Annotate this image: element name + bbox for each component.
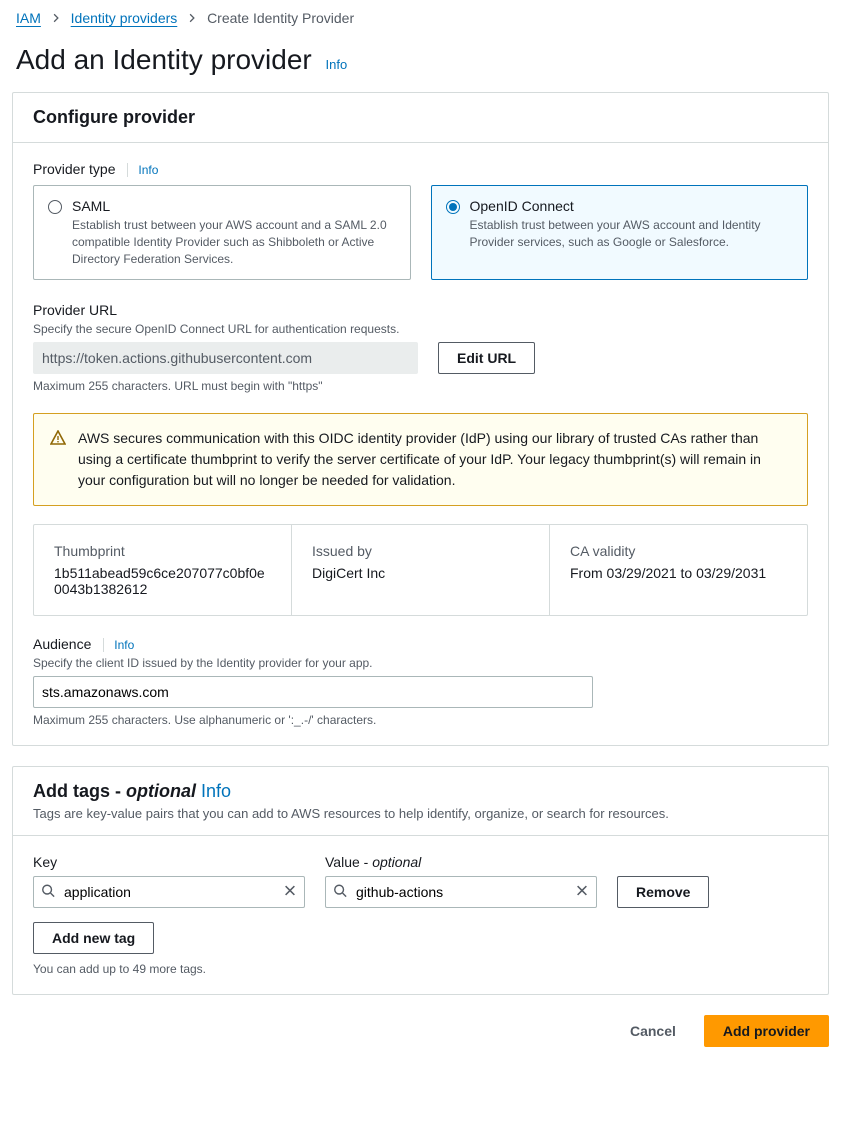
- tags-limit-text: You can add up to 49 more tags.: [33, 962, 808, 976]
- tags-description: Tags are key-value pairs that you can ad…: [33, 806, 808, 821]
- search-icon: [41, 884, 55, 901]
- tag-key-label: Key: [33, 854, 305, 870]
- clear-icon[interactable]: [281, 882, 299, 903]
- thumbprint-label: Thumbprint: [54, 543, 271, 559]
- cancel-button[interactable]: Cancel: [612, 1015, 694, 1047]
- breadcrumb-current: Create Identity Provider: [207, 10, 354, 26]
- add-provider-button[interactable]: Add provider: [704, 1015, 829, 1047]
- tag-value-label: Value - optional: [325, 854, 597, 870]
- provider-url-input: [33, 342, 418, 374]
- configure-provider-panel: Configure provider Provider type Info SA…: [12, 92, 829, 746]
- tags-panel: Add tags - optional Info Tags are key-va…: [12, 766, 829, 995]
- provider-type-oidc-tile[interactable]: OpenID Connect Establish trust between y…: [431, 185, 809, 280]
- provider-url-constraint: Maximum 255 characters. URL must begin w…: [33, 379, 808, 393]
- chevron-right-icon: [51, 10, 65, 26]
- configure-provider-header: Configure provider: [13, 93, 828, 143]
- radio-icon: [446, 200, 460, 214]
- provider-type-saml-tile[interactable]: SAML Establish trust between your AWS ac…: [33, 185, 411, 280]
- certificate-details: Thumbprint 1b511abead59c6ce207077c0bf0e0…: [33, 524, 808, 616]
- audience-help: Specify the client ID issued by the Iden…: [33, 656, 808, 670]
- page-title: Add an Identity provider Info: [16, 44, 829, 76]
- clear-icon[interactable]: [573, 882, 591, 903]
- audience-label: Audience Info: [33, 636, 808, 652]
- breadcrumb-iam[interactable]: IAM: [16, 10, 41, 26]
- page-title-info-link[interactable]: Info: [326, 57, 348, 72]
- audience-input[interactable]: [33, 676, 593, 708]
- ca-validity-label: CA validity: [570, 543, 787, 559]
- tags-info-link[interactable]: Info: [201, 781, 231, 801]
- ca-validity-value: From 03/29/2021 to 03/29/2031: [570, 565, 787, 581]
- issued-by-value: DigiCert Inc: [312, 565, 529, 581]
- provider-url-label: Provider URL: [33, 302, 808, 318]
- radio-icon: [48, 200, 62, 214]
- warning-icon: [50, 430, 66, 491]
- alert-text: AWS secures communication with this OIDC…: [78, 428, 791, 491]
- oidc-desc: Establish trust between your AWS account…: [470, 217, 794, 251]
- page-title-text: Add an Identity provider: [16, 44, 312, 75]
- search-icon: [333, 884, 347, 901]
- tag-value-input[interactable]: [325, 876, 597, 908]
- chevron-right-icon: [187, 10, 201, 26]
- remove-tag-button[interactable]: Remove: [617, 876, 709, 908]
- saml-title: SAML: [72, 198, 396, 214]
- configure-provider-heading: Configure provider: [33, 107, 808, 128]
- provider-url-help: Specify the secure OpenID Connect URL fo…: [33, 322, 808, 336]
- add-new-tag-button[interactable]: Add new tag: [33, 922, 154, 954]
- thumbprint-value: 1b511abead59c6ce207077c0bf0e0043b1382612: [54, 565, 271, 597]
- provider-type-label: Provider type Info: [33, 161, 808, 177]
- oidc-thumbprint-alert: AWS secures communication with this OIDC…: [33, 413, 808, 506]
- saml-desc: Establish trust between your AWS account…: [72, 217, 396, 267]
- edit-url-button[interactable]: Edit URL: [438, 342, 535, 374]
- audience-constraint: Maximum 255 characters. Use alphanumeric…: [33, 713, 808, 727]
- audience-info-link[interactable]: Info: [103, 638, 134, 652]
- issued-by-label: Issued by: [312, 543, 529, 559]
- footer-actions: Cancel Add provider: [12, 1015, 829, 1047]
- provider-type-info-link[interactable]: Info: [127, 163, 158, 177]
- tags-heading: Add tags - optional Info: [33, 781, 808, 802]
- tag-key-input[interactable]: [33, 876, 305, 908]
- breadcrumb: IAM Identity providers Create Identity P…: [12, 10, 829, 34]
- breadcrumb-idp[interactable]: Identity providers: [71, 10, 178, 26]
- oidc-title: OpenID Connect: [470, 198, 794, 214]
